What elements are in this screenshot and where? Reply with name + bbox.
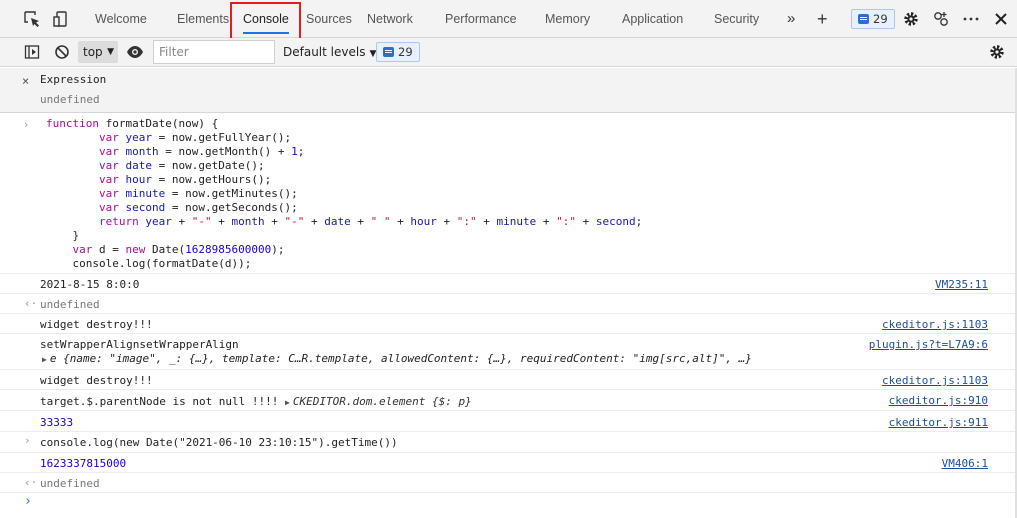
console-return-value: ‹· undefined bbox=[0, 473, 1017, 493]
message-text: widget destroy!!! bbox=[40, 318, 153, 331]
device-toolbar-icon[interactable] bbox=[50, 8, 72, 30]
console-toolbar: top ▼ Default levels▼ 29 bbox=[0, 38, 1017, 67]
tab-network[interactable]: Network bbox=[367, 0, 413, 38]
source-link[interactable]: VM406:1 bbox=[942, 457, 988, 470]
code-line: var year = now.getFullYear(); bbox=[98, 131, 292, 144]
close-expression-icon[interactable]: × bbox=[22, 74, 29, 88]
source-link[interactable]: plugin.js?t=L7A9:6 bbox=[869, 338, 988, 351]
return-arrow-icon: ‹· bbox=[24, 476, 38, 489]
command-text: console.log(new Date("2021-06-10 23:10:1… bbox=[40, 436, 398, 449]
console-prompt[interactable]: › bbox=[0, 493, 1017, 518]
more-tabs-button[interactable]: » bbox=[787, 0, 795, 38]
tab-sources[interactable]: Sources bbox=[306, 0, 352, 38]
console-return-value: ‹· undefined bbox=[0, 294, 1017, 314]
source-link[interactable]: ckeditor.js:911 bbox=[889, 416, 988, 429]
issues-badge[interactable]: 29 bbox=[851, 9, 895, 29]
prompt-chevron-icon: › bbox=[24, 494, 32, 509]
more-icon[interactable] bbox=[960, 8, 982, 30]
console-message: widget destroy!!! ckeditor.js:1103 bbox=[0, 370, 1017, 390]
code-line: var minute = now.getMinutes(); bbox=[98, 187, 298, 200]
code-line: return year + "-" + month + "-" + date +… bbox=[98, 215, 643, 228]
code-line: function formatDate(now) { bbox=[46, 117, 219, 130]
object-preview[interactable]: ▶ e {name: "image", _: {…}, template: C…R… bbox=[42, 352, 752, 365]
message-number: 1623337815000 bbox=[40, 457, 127, 470]
console-message: setWrapperAlignsetWrapperAlign plugin.js… bbox=[0, 334, 1017, 370]
object-preview-text: e {name: "image", _: {…}, template: C…R.… bbox=[49, 352, 752, 365]
message-text-part: target.$.parentNode is not null !!!! bbox=[40, 395, 286, 408]
code-line: var date = now.getDate(); bbox=[98, 159, 265, 172]
connect-icon[interactable] bbox=[930, 8, 952, 30]
tab-memory[interactable]: Memory bbox=[545, 0, 590, 38]
code-line: console.log(formatDate(d)); bbox=[72, 257, 252, 270]
chevron-right-icon: › bbox=[24, 118, 29, 131]
console-input-entry: › console.log(new Date("2021-06-10 23:10… bbox=[0, 432, 1017, 453]
console-message: target.$.parentNode is not null !!!! ▶ CK… bbox=[0, 390, 1017, 411]
object-preview[interactable]: ▶ CKEDITOR.dom.element {$: p} bbox=[285, 395, 472, 408]
issues-count: 29 bbox=[398, 45, 413, 59]
code-line: var hour = now.getHours(); bbox=[98, 173, 272, 186]
issues-badge-toolbar[interactable]: 29 bbox=[376, 42, 420, 62]
console-message: 33333 ckeditor.js:911 bbox=[0, 411, 1017, 432]
code-line: var d = new Date(1628985600000); bbox=[72, 243, 285, 256]
source-link[interactable]: ckeditor.js:1103 bbox=[882, 318, 988, 331]
return-arrow-icon: ‹· bbox=[24, 297, 38, 310]
code-line: } bbox=[72, 229, 80, 242]
inspect-element-icon[interactable] bbox=[21, 8, 43, 30]
return-text: undefined bbox=[40, 477, 100, 490]
gear-icon[interactable] bbox=[900, 8, 922, 30]
chevron-down-icon: ▼ bbox=[107, 47, 114, 57]
live-expression: × Expression undefined bbox=[0, 68, 1017, 113]
expand-triangle-icon[interactable]: ▶ bbox=[285, 398, 290, 407]
console-message: 2021-8-15 8:0:0 VM235:11 bbox=[0, 274, 1017, 294]
console-settings-gear-icon[interactable] bbox=[986, 41, 1008, 63]
live-expression-icon[interactable] bbox=[124, 41, 146, 63]
clear-console-icon[interactable] bbox=[51, 41, 73, 63]
context-value: top bbox=[83, 45, 103, 59]
source-link[interactable]: ckeditor.js:910 bbox=[889, 394, 988, 407]
return-text: undefined bbox=[40, 298, 100, 311]
devtools-tab-bar: Welcome Elements Console Sources Network… bbox=[0, 0, 1017, 38]
code-line: var second = now.getSeconds(); bbox=[98, 201, 298, 214]
expression-value: undefined bbox=[40, 93, 100, 106]
source-link[interactable]: VM235:11 bbox=[935, 278, 988, 291]
source-link[interactable]: ckeditor.js:1103 bbox=[882, 374, 988, 387]
tab-welcome[interactable]: Welcome bbox=[95, 0, 147, 38]
chevron-right-icon: › bbox=[24, 434, 31, 447]
message-icon bbox=[383, 47, 394, 57]
console-message: widget destroy!!! ckeditor.js:1103 bbox=[0, 314, 1017, 334]
message-number: 33333 bbox=[40, 416, 74, 429]
tab-console[interactable]: Console bbox=[243, 0, 289, 38]
expression-title[interactable]: Expression bbox=[40, 73, 106, 86]
add-tab-button[interactable]: + bbox=[817, 0, 828, 38]
console-message: 1623337815000 VM406:1 bbox=[0, 453, 1017, 473]
issues-count: 29 bbox=[873, 12, 888, 26]
log-levels-dropdown[interactable]: Default levels ▼ bbox=[283, 41, 376, 63]
tab-performance[interactable]: Performance bbox=[445, 0, 517, 38]
expand-triangle-icon[interactable]: ▶ bbox=[42, 355, 47, 364]
log-levels-label: Default levels bbox=[283, 45, 366, 59]
message-text: target.$.parentNode is not null !!!! ▶ CK… bbox=[40, 395, 472, 408]
tab-application[interactable]: Application bbox=[622, 0, 683, 38]
code-line: var month = now.getMonth() + 1; bbox=[98, 145, 305, 158]
message-text: 2021-8-15 8:0:0 bbox=[40, 278, 140, 291]
message-text: widget destroy!!! bbox=[40, 374, 153, 387]
close-icon[interactable] bbox=[990, 8, 1012, 30]
message-text: setWrapperAlignsetWrapperAlign bbox=[40, 338, 239, 351]
tab-elements[interactable]: Elements bbox=[177, 0, 229, 38]
tab-security[interactable]: Security bbox=[714, 0, 759, 38]
message-icon bbox=[858, 14, 869, 24]
code-block: function formatDate(now) { var year = no… bbox=[46, 117, 642, 271]
context-select[interactable]: top ▼ bbox=[78, 41, 118, 63]
filter-input[interactable] bbox=[153, 40, 275, 64]
object-preview-text: CKEDITOR.dom.element {$: p} bbox=[292, 395, 472, 408]
sidebar-icon[interactable] bbox=[21, 41, 43, 63]
